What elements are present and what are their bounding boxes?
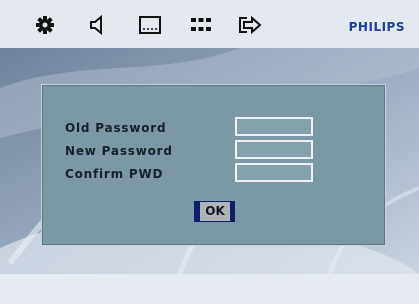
exit-icon[interactable] [238, 14, 262, 36]
screen-icon[interactable] [138, 14, 162, 36]
brand-logo: PHILIPS [348, 20, 405, 34]
speaker-icon[interactable] [86, 14, 110, 36]
grid-icon[interactable] [189, 14, 213, 36]
new-password-field[interactable] [235, 140, 313, 159]
ok-button[interactable]: OK [194, 201, 235, 222]
old-password-field[interactable] [235, 117, 313, 136]
confirm-password-field[interactable] [235, 163, 313, 182]
change-password-dialog: Old Password New Password Confirm PWD OK [41, 84, 386, 246]
confirm-password-label: Confirm PWD [65, 167, 164, 181]
new-password-label: New Password [65, 144, 173, 158]
top-menu-bar: PHILIPS [0, 0, 419, 48]
old-password-label: Old Password [65, 121, 167, 135]
bottom-strip [0, 274, 419, 304]
gear-icon[interactable] [33, 14, 57, 36]
